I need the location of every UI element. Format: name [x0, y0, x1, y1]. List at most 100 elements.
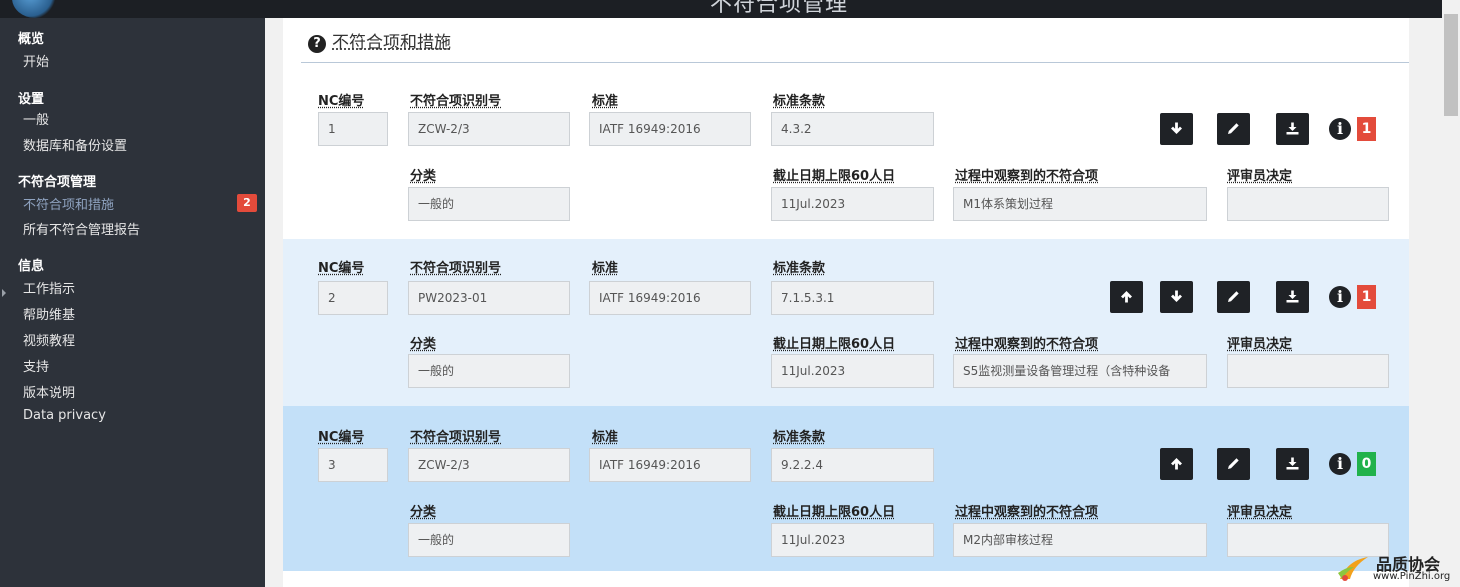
edit-icon — [1228, 123, 1239, 134]
label-nc-no: NC编号 — [318, 94, 365, 109]
field-nc-id[interactable]: ZCW-2/3 — [408, 112, 570, 146]
field-category[interactable]: 一般的 — [408, 523, 570, 557]
page-scrollbar-thumb[interactable] — [1444, 14, 1458, 116]
help-question-icon[interactable]: ? — [308, 35, 326, 53]
label-category: 分类 — [410, 505, 437, 520]
sidebar-item-nc-measures[interactable]: 不符合项和措施 — [23, 194, 114, 213]
label-standard: 标准 — [592, 261, 619, 276]
watermark: 品质协会 www.PinZhi.org — [1336, 551, 1458, 585]
download-icon — [1286, 290, 1299, 303]
field-clause[interactable]: 9.2.2.4 — [771, 448, 934, 482]
download-button[interactable] — [1276, 281, 1309, 313]
field-nc-id[interactable]: PW2023-01 — [408, 281, 570, 315]
top-bar: 不符合项管理 — [0, 0, 1442, 18]
field-deadline[interactable]: 11Jul.2023 — [771, 523, 934, 557]
field-standard[interactable]: IATF 16949:2016 — [589, 448, 751, 482]
move-up-button[interactable] — [1110, 281, 1143, 313]
field-category[interactable]: 一般的 — [408, 187, 570, 221]
move-down-button[interactable] — [1160, 281, 1193, 313]
measure-count-badge: 1 — [1357, 285, 1376, 309]
sidebar-item-video-tutorials[interactable]: 视频教程 — [23, 330, 75, 349]
label-decision: 评审员决定 — [1227, 169, 1293, 184]
label-process: 过程中观察到的不符合项 — [955, 505, 1099, 520]
edit-icon — [1228, 291, 1239, 302]
field-clause[interactable]: 7.1.5.3.1 — [771, 281, 934, 315]
field-nc-id[interactable]: ZCW-2/3 — [408, 448, 570, 482]
field-process[interactable]: M1体系策划过程 — [953, 187, 1207, 221]
measure-count-badge: 0 — [1357, 452, 1376, 476]
label-standard: 标准 — [592, 94, 619, 109]
field-nc-no[interactable]: 2 — [318, 281, 388, 315]
sidebar-item-support[interactable]: 支持 — [23, 356, 49, 375]
title-divider — [301, 62, 1409, 63]
sidebar-group-settings: 设置 — [18, 92, 45, 107]
down-arrow-icon — [1171, 122, 1182, 134]
label-nc-no: NC编号 — [318, 430, 365, 445]
field-clause[interactable]: 4.3.2 — [771, 112, 934, 146]
sidebar-item-general[interactable]: 一般 — [23, 109, 49, 128]
download-icon — [1286, 122, 1299, 135]
field-decision[interactable] — [1227, 354, 1389, 388]
sidebar-group-nc-management: 不符合项管理 — [18, 175, 97, 190]
label-clause: 标准条款 — [773, 261, 826, 276]
app-title: 不符合项管理 — [710, 0, 849, 17]
field-decision[interactable] — [1227, 187, 1389, 221]
field-deadline[interactable]: 11Jul.2023 — [771, 187, 934, 221]
download-button[interactable] — [1276, 113, 1309, 145]
section-title: ? 不符合项和措施 — [308, 28, 451, 53]
nc-record-2: NC编号 不符合项识别号 标准 标准条款 2 PW2023-01 IATF 16… — [283, 239, 1409, 406]
label-nc-id: 不符合项识别号 — [410, 430, 502, 445]
field-standard[interactable]: IATF 16949:2016 — [589, 281, 751, 315]
label-nc-id: 不符合项识别号 — [410, 261, 502, 276]
sidebar-item-data-privacy[interactable]: Data privacy — [23, 408, 106, 423]
sidebar-group-overview: 概览 — [18, 32, 45, 47]
label-deadline: 截止日期上限60人日 — [773, 505, 896, 520]
field-nc-no[interactable]: 1 — [318, 112, 388, 146]
info-icon[interactable]: i — [1329, 453, 1351, 475]
sidebar-collapse-arrow-icon[interactable] — [2, 289, 6, 297]
up-arrow-icon — [1171, 458, 1182, 470]
field-nc-no[interactable]: 3 — [318, 448, 388, 482]
sidebar-item-work-instructions[interactable]: 工作指示 — [23, 278, 75, 297]
sidebar-nc-count-badge: 2 — [237, 194, 257, 212]
label-process: 过程中观察到的不符合项 — [955, 169, 1099, 184]
sidebar-item-start[interactable]: 开始 — [23, 51, 49, 70]
label-nc-id: 不符合项识别号 — [410, 94, 502, 109]
download-button[interactable] — [1276, 448, 1309, 480]
label-process: 过程中观察到的不符合项 — [955, 337, 1099, 352]
edit-button[interactable] — [1217, 281, 1250, 313]
field-category[interactable]: 一般的 — [408, 354, 570, 388]
move-up-button[interactable] — [1160, 448, 1193, 480]
up-arrow-icon — [1121, 291, 1132, 303]
edit-icon — [1228, 458, 1239, 469]
info-icon[interactable]: i — [1329, 286, 1351, 308]
field-process[interactable]: M2内部审核过程 — [953, 523, 1207, 557]
nc-record-1: NC编号 不符合项识别号 标准 标准条款 1 ZCW-2/3 IATF 1694… — [283, 72, 1409, 239]
move-down-button[interactable] — [1160, 113, 1193, 145]
edit-button[interactable] — [1217, 113, 1250, 145]
label-category: 分类 — [410, 337, 437, 352]
sidebar-item-all-nc-reports[interactable]: 所有不符合管理报告 — [23, 219, 140, 238]
label-standard: 标准 — [592, 430, 619, 445]
info-icon[interactable]: i — [1329, 118, 1351, 140]
label-clause: 标准条款 — [773, 94, 826, 109]
download-icon — [1286, 457, 1299, 470]
watermark-url: www.PinZhi.org — [1373, 571, 1451, 582]
field-deadline[interactable]: 11Jul.2023 — [771, 354, 934, 388]
sidebar-item-database-backup[interactable]: 数据库和备份设置 — [23, 135, 127, 154]
sidebar-item-release-notes[interactable]: 版本说明 — [23, 382, 75, 401]
nc-record-3: NC编号 不符合项识别号 标准 标准条款 3 ZCW-2/3 IATF 1694… — [283, 406, 1409, 571]
nc-panel: ? 不符合项和措施 NC编号 不符合项识别号 标准 标准条款 1 ZCW-2/3 … — [283, 18, 1409, 587]
edit-button[interactable] — [1217, 448, 1250, 480]
down-arrow-icon — [1171, 290, 1182, 302]
label-decision: 评审员决定 — [1227, 337, 1293, 352]
field-process[interactable]: S5监视测量设备管理过程（含特种设备 — [953, 354, 1207, 388]
sidebar-item-help-wiki[interactable]: 帮助维基 — [23, 304, 75, 323]
field-standard[interactable]: IATF 16949:2016 — [589, 112, 751, 146]
sidebar-group-info: 信息 — [18, 259, 45, 274]
label-clause: 标准条款 — [773, 430, 826, 445]
sidebar: 概览 开始 设置 一般 数据库和备份设置 不符合项管理 不符合项和措施 2 所有… — [0, 18, 265, 587]
app-logo — [12, 0, 58, 18]
label-nc-no: NC编号 — [318, 261, 365, 276]
measure-count-badge: 1 — [1357, 117, 1376, 141]
